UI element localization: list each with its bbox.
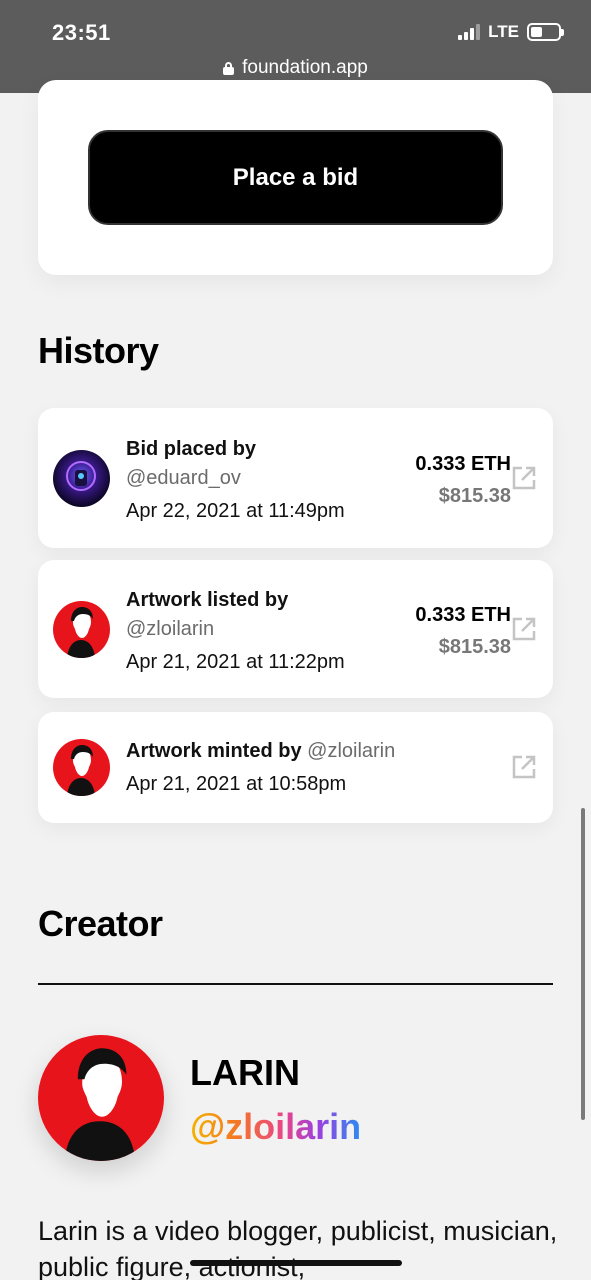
creator-bio: Larin is a video blogger, publicist, mus… [38,1216,558,1280]
amount-usd: $815.38 [438,485,511,507]
history-date: Apr 21, 2021 at 11:22pm [126,651,345,673]
history-item[interactable]: Bid placed by @eduard_ov Apr 22, 2021 at… [38,408,553,548]
history-handle[interactable]: @zloilarin [126,615,345,644]
history-date: Apr 22, 2021 at 11:49pm [126,500,345,522]
history-item[interactable]: Artwork listed by @zloilarin Apr 21, 202… [38,560,553,698]
creator-avatar[interactable] [38,1035,164,1161]
creator-name: LARIN [190,1052,300,1093]
amount-eth: 0.333 ETH [415,453,511,475]
history-handle[interactable]: @zloilarin [307,740,395,762]
history-amount: 0.333 ETH $815.38 [415,448,511,512]
history-handle[interactable]: @eduard_ov [126,464,345,493]
network-type: LTE [488,22,519,41]
scrollbar[interactable] [581,808,585,1120]
status-indicators: LTE [458,22,564,42]
bid-card: Place a bid [38,80,553,275]
url-bar[interactable]: foundation.app [0,57,591,79]
lock-icon [223,61,235,75]
home-indicator [190,1260,402,1266]
creator-handle[interactable]: @zloilarin [190,1106,361,1148]
avatar[interactable] [53,601,110,658]
amount-usd: $815.38 [438,636,511,658]
history-amount: 0.333 ETH $815.38 [415,599,511,663]
external-link-icon[interactable] [511,465,537,491]
status-time: 23:51 [52,20,111,45]
battery-icon [527,23,564,41]
history-date: Apr 21, 2021 at 10:58pm [126,773,347,795]
creator-title: Creator [38,903,163,944]
history-action: Artwork listed by [126,589,289,611]
avatar[interactable] [53,739,110,796]
history-title: History [38,330,159,371]
history-item-text: Artwork listed by @zloilarin Apr 21, 202… [126,586,345,677]
avatar[interactable] [53,450,110,507]
place-bid-button[interactable]: Place a bid [88,130,503,225]
amount-eth: 0.333 ETH [415,604,511,626]
history-action: Bid placed by [126,438,257,460]
external-link-icon[interactable] [511,754,537,780]
history-item-text: Artwork minted by @zloilarin Apr 21, 202… [126,737,395,799]
external-link-icon[interactable] [511,616,537,642]
history-item[interactable]: Artwork minted by @zloilarin Apr 21, 202… [38,712,553,823]
history-item-text: Bid placed by @eduard_ov Apr 22, 2021 at… [126,435,345,526]
signal-icon [458,24,481,40]
url-text: foundation.app [242,57,368,78]
section-divider [38,983,553,985]
history-action: Artwork minted by [126,740,302,762]
